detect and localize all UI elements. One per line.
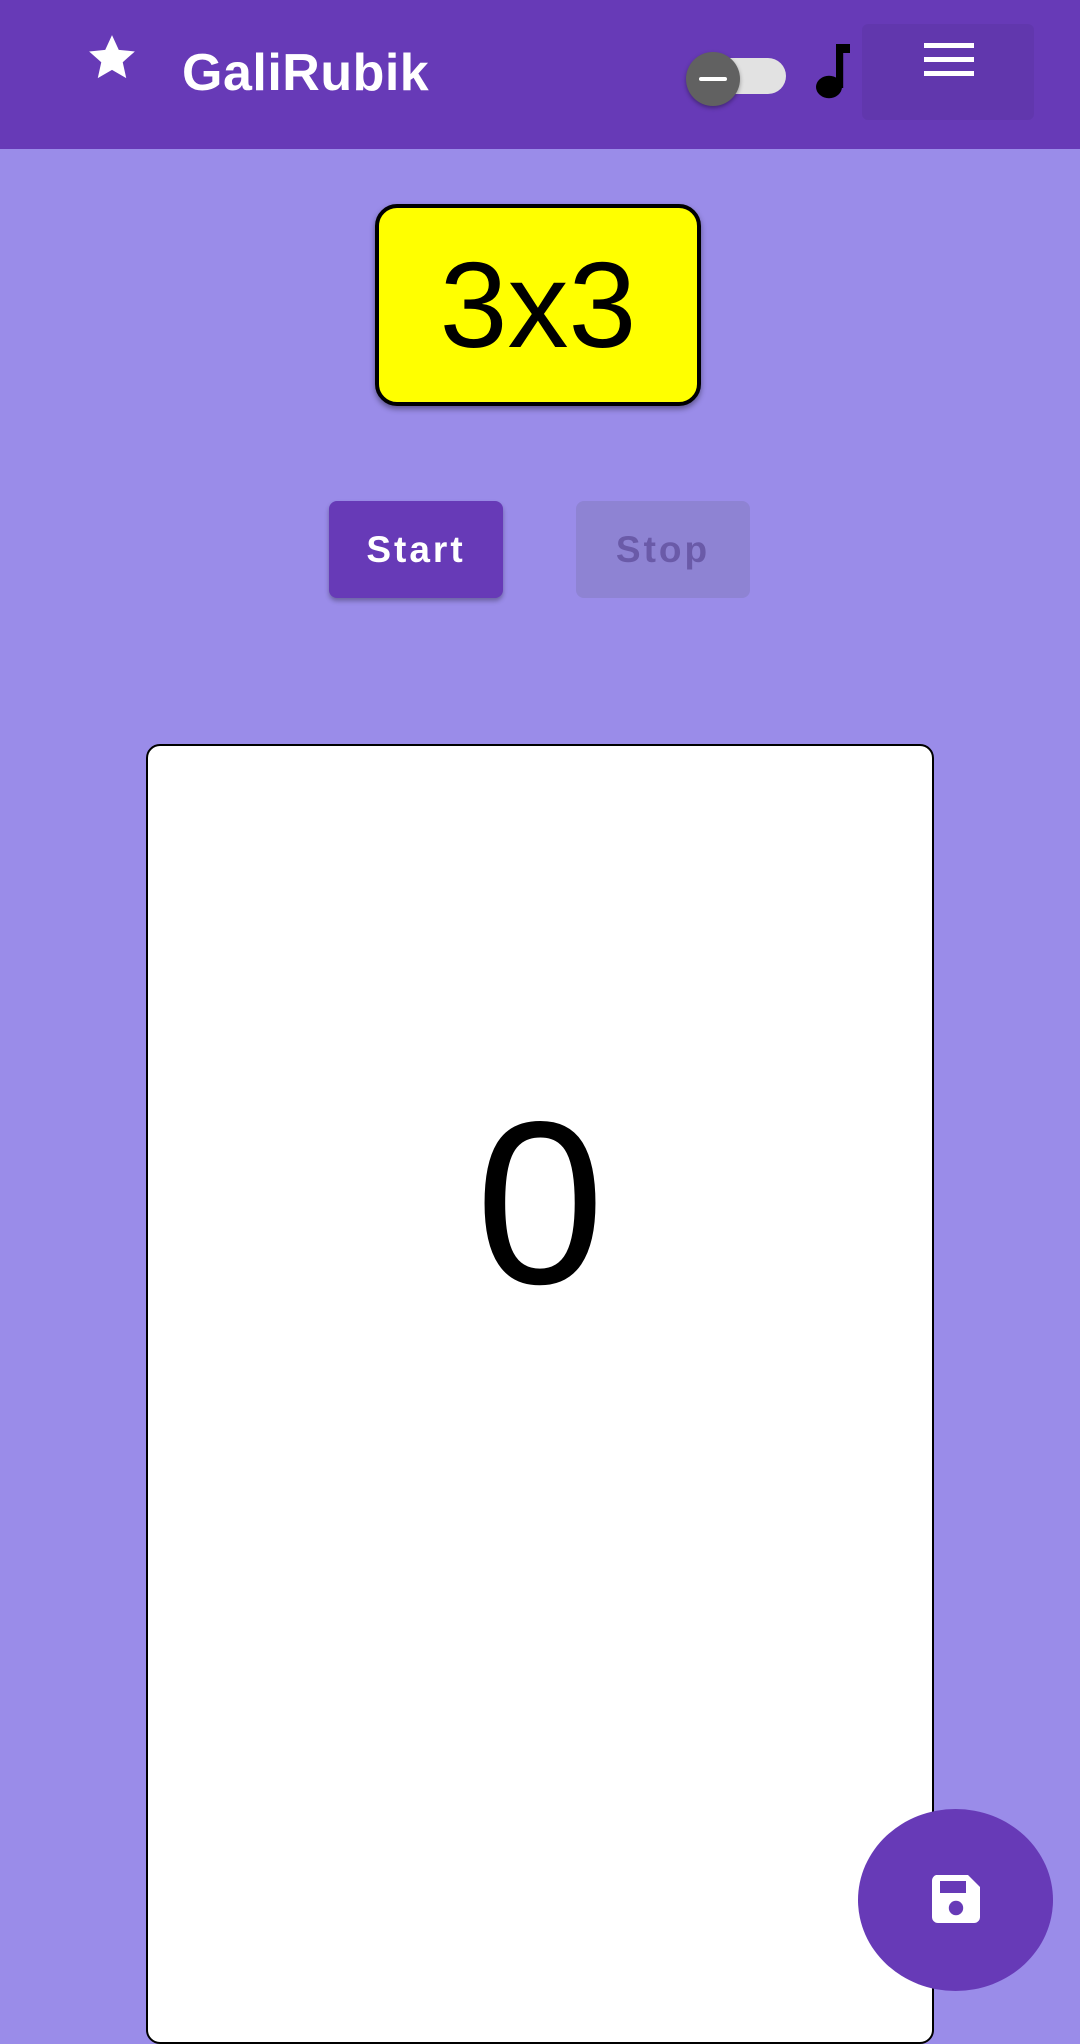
app-title: GaliRubik	[182, 44, 430, 102]
save-icon	[931, 1875, 980, 1923]
timer-card[interactable]: 0	[146, 744, 934, 2044]
theme-toggle[interactable]	[686, 52, 786, 106]
star-icon[interactable]	[84, 30, 140, 86]
app-bar: GaliRubik	[0, 0, 1080, 149]
menu-icon	[924, 43, 974, 76]
menu-button[interactable]	[862, 24, 1034, 120]
stop-button[interactable]: Stop	[576, 501, 750, 598]
start-button[interactable]: Start	[329, 501, 503, 598]
save-button[interactable]	[858, 1809, 1053, 1991]
toggle-thumb	[686, 52, 740, 106]
timer-value: 0	[475, 1074, 605, 1333]
music-note-icon[interactable]	[808, 42, 852, 100]
puzzle-size-badge[interactable]: 3x3	[375, 204, 701, 406]
